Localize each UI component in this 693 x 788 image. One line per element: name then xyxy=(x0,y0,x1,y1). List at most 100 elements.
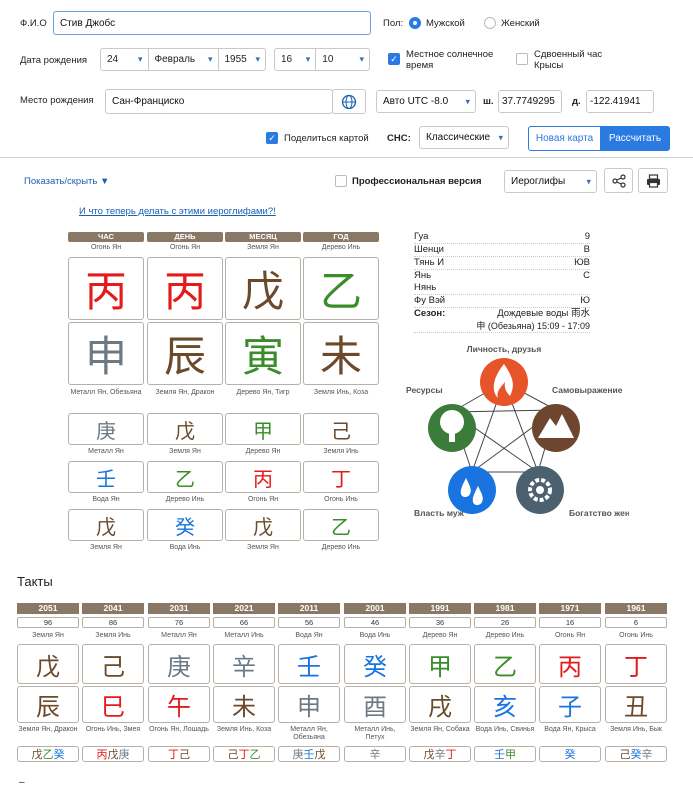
hidden-stem-char: 辛 xyxy=(641,748,653,761)
new-card-button[interactable]: Новая карта xyxy=(528,126,601,151)
pro-version-checkbox[interactable] xyxy=(335,175,347,187)
takt-stem-caption: Металл Ян xyxy=(161,632,197,639)
globe-button[interactable] xyxy=(332,89,366,114)
chevron-down-icon: ▾ xyxy=(305,54,311,64)
hidden-stem-char: 戊 xyxy=(314,748,326,761)
takt-year: 1961 xyxy=(605,603,667,614)
takt-hidden-stems: 己丁乙 xyxy=(213,746,275,762)
takt-branch-caption: Земля Инь, Коза xyxy=(216,726,272,733)
share-button[interactable] xyxy=(604,168,633,193)
hidden-stem-glyph: 庚 xyxy=(68,413,144,445)
cycle-left-label: Ресурсы xyxy=(406,385,443,395)
hidden-stem-char: 甲 xyxy=(505,748,516,761)
double-rat-checkbox[interactable] xyxy=(516,53,528,65)
fu-label: Фу Вэй xyxy=(414,295,446,306)
hour-info: 申 (Обезьяна) 15:09 - 17:09 xyxy=(414,320,590,333)
takt-branch-caption: Земля Ян, Дракон xyxy=(18,726,78,733)
takt-branch-glyph: 申 xyxy=(278,686,340,723)
pillar-header: ДЕНЬ xyxy=(147,232,223,242)
female-radio[interactable] xyxy=(484,17,496,29)
hidden-stem-char: 戊 xyxy=(107,748,119,761)
hidden-stem-char: 壬 xyxy=(303,748,315,761)
takt-stem-caption: Огонь Ян xyxy=(554,632,586,639)
globe-icon xyxy=(341,94,357,109)
solar-time-checkbox[interactable]: ✓ xyxy=(388,53,400,65)
hidden-stem-char: 己 xyxy=(619,748,631,761)
help-link[interactable]: И что теперь делать с этими иероглифами?… xyxy=(79,206,276,217)
hidden-stem-char: 癸 xyxy=(564,748,576,761)
cnc-select[interactable]: Классические ▾ xyxy=(419,126,509,149)
takt-stem-glyph: 乙 xyxy=(474,644,536,684)
takt-stem-glyph: 丁 xyxy=(605,644,667,684)
share-chart-checkbox[interactable]: ✓ xyxy=(266,132,278,144)
hidden-stem-char: 癸 xyxy=(630,748,642,761)
birthplace-input[interactable]: Сан-Франциско xyxy=(105,89,333,114)
cycle-bottom-left-label: Власть муж xyxy=(414,508,465,518)
hour-select[interactable]: 16 ▾ xyxy=(275,49,317,70)
season-label: Сезон: xyxy=(414,308,446,319)
glyphs-select[interactable]: Иероглифы ▾ xyxy=(504,170,597,193)
takt-branch-glyph: 亥 xyxy=(474,686,536,723)
hidden-stem-caption: Вода Ян xyxy=(92,496,120,503)
takt-branch-caption: Вода Ян, Крыса xyxy=(544,726,596,733)
takt-branch-caption: Земля Инь, Бык xyxy=(610,726,662,733)
takt-stem-glyph: 丙 xyxy=(539,644,601,684)
print-button[interactable] xyxy=(638,168,668,193)
day-select[interactable]: 24 ▾ xyxy=(101,49,149,70)
takt-age: 66 xyxy=(213,617,275,628)
takt-branch-caption: Огонь Инь, Змея xyxy=(85,726,141,733)
hidden-stem-caption: Вода Инь xyxy=(169,544,201,551)
minute-select[interactable]: 10 ▾ xyxy=(316,49,369,70)
stem-glyph: 丙 xyxy=(147,257,223,320)
calculate-button[interactable]: Рассчитать xyxy=(600,126,670,151)
chevron-down-icon: ▾ xyxy=(498,132,503,142)
fio-label: Ф.И.О xyxy=(20,18,47,29)
lat-label: ш. xyxy=(483,96,494,107)
takt-stem-glyph: 己 xyxy=(82,644,144,684)
date-select-group: 24 ▾ Февраль ▾ 1955 ▾ xyxy=(100,48,266,71)
takt-stem-glyph: 戊 xyxy=(17,644,79,684)
branch-glyph: 辰 xyxy=(147,322,223,385)
double-rat-label: Сдвоенный час Крысы xyxy=(534,49,603,71)
lat-input[interactable]: 37.7749295 xyxy=(498,90,562,113)
branch-glyph: 未 xyxy=(303,322,379,385)
hidden-stem-char: 戊 xyxy=(31,748,43,761)
male-radio[interactable] xyxy=(409,17,421,29)
chevron-down-icon: ▾ xyxy=(465,96,470,106)
utc-select[interactable]: Авто UTC -8.0 ▾ xyxy=(376,90,476,113)
takt-branch-caption: Земля Ян, Собака xyxy=(410,726,470,733)
hidden-stem-char: 丙 xyxy=(96,748,108,761)
takt-branch-glyph: 酉 xyxy=(344,686,406,723)
show-hide-toggle[interactable]: Показать/скрыть ▼ xyxy=(24,176,109,187)
takt-branch-glyph: 未 xyxy=(213,686,275,723)
hidden-stem-glyph: 乙 xyxy=(303,509,379,541)
cycle-top-label: Личность, друзья xyxy=(467,344,542,354)
takt-age: 76 xyxy=(148,617,210,628)
hidden-stem-char: 己 xyxy=(227,748,239,761)
pillar-header: МЕСЯЦ xyxy=(225,232,301,242)
takt-year: 1971 xyxy=(539,603,601,614)
takt-age: 36 xyxy=(409,617,471,628)
fio-input[interactable]: Стив Джобс xyxy=(53,11,371,35)
takt-stem-caption: Вода Ян xyxy=(295,632,323,639)
time-select-group: 16 ▾ 10 ▾ xyxy=(274,48,370,71)
month-select[interactable]: Февраль ▾ xyxy=(149,49,219,70)
cycle-right-label: Самовыражение xyxy=(552,385,623,395)
birthdate-label: Дата рождения xyxy=(20,55,88,66)
takt-stem-caption: Земля Инь xyxy=(95,632,131,639)
takt-hidden-stems: 丁己 xyxy=(148,746,210,762)
takt-stem-glyph: 甲 xyxy=(409,644,471,684)
season-value: Дождевые воды 雨水 xyxy=(497,308,590,319)
takt-age: 16 xyxy=(539,617,601,628)
year-select[interactable]: 1955 ▾ xyxy=(219,49,266,70)
hidden-stem-char: 辛 xyxy=(434,748,446,761)
takt-year: 2011 xyxy=(278,603,340,614)
printer-icon xyxy=(646,173,660,188)
takt-branch-glyph: 巳 xyxy=(82,686,144,723)
takt-branch-glyph: 辰 xyxy=(17,686,79,723)
takt-age: 46 xyxy=(344,617,406,628)
female-label: Женский xyxy=(501,18,540,29)
lon-input[interactable]: -122.41941 xyxy=(586,90,654,113)
share-icon xyxy=(611,173,626,188)
takt-year: 2031 xyxy=(148,603,210,614)
